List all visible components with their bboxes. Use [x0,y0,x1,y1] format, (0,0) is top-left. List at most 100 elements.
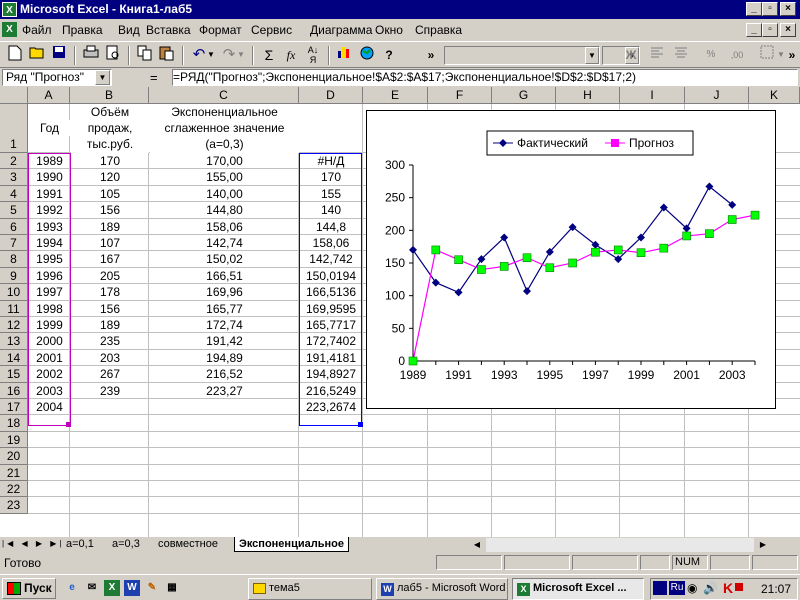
function-icon[interactable]: fx [280,45,302,66]
antivirus-icon[interactable]: K [723,580,733,596]
row-header-16[interactable]: 16 [0,382,28,399]
menu-edit[interactable]: Правка [62,23,103,37]
doc-close-button[interactable]: × [780,23,796,37]
cell-smoothed[interactable]: 191,42 [150,333,299,349]
tab-scroll-buttons[interactable]: |◀ ◀ ▶ ▶| [2,539,64,548]
cell-smoothed[interactable]: 170,00 [150,153,299,169]
sort-icon[interactable]: A↓ Я [302,45,324,66]
maximize-button[interactable]: ▫ [762,2,778,16]
outlook-icon[interactable]: ✉ [84,580,100,596]
hscroll-right-icon[interactable]: ▶ [756,538,770,552]
minimize-button[interactable]: _ [746,2,762,16]
word-quicklaunch-icon[interactable]: W [124,580,140,596]
row-header-8[interactable]: 8 [0,251,28,268]
row-header-23[interactable]: 23 [0,497,28,514]
row-header-11[interactable]: 11 [0,300,28,317]
menu-file[interactable]: Файл [22,23,52,37]
cell-smoothed[interactable]: 223,27 [150,383,299,399]
borders-icon[interactable] [756,45,778,66]
cell-sales[interactable]: 267 [71,366,149,382]
worksheet-grid[interactable]: ABCDEFGHIJK 1 2 3 4 5 6 7 8 9 10 11 12 13 14 15 16 17 18 1… [0,87,800,537]
row-header-4[interactable]: 4 [0,185,28,203]
row-header-22[interactable]: 22 [0,481,28,498]
excel-icon[interactable]: X [2,2,17,17]
cell-sales[interactable]: 205 [71,268,149,284]
task-folder[interactable]: тема5 [248,578,372,600]
row-header-10[interactable]: 10 [0,284,28,301]
redo-dropdown-icon[interactable]: ▼ [236,45,246,66]
cell-sales[interactable]: 170 [71,153,149,169]
font-name-combo[interactable]: ▼ [444,46,600,65]
column-header-j[interactable]: J [685,87,749,104]
align-center-icon[interactable] [670,45,692,66]
name-box-dropdown-icon[interactable]: ▼ [95,70,110,85]
undo-dropdown-icon[interactable]: ▼ [206,45,216,66]
close-button[interactable]: × [780,2,796,16]
header-exp-smoothing[interactable]: Экспоненциальное сглаженное значение (a=0,… [150,104,299,153]
column-header-k[interactable]: K [749,87,800,104]
cell-sales[interactable]: 189 [71,317,149,333]
formula-input[interactable]: =РЯД("Прогноз";Экспоненциальное!$A$2:$A$… [172,69,798,86]
column-header-i[interactable]: I [620,87,685,104]
header-sales-volume[interactable]: Объём продаж, тыс.руб. [71,104,149,153]
hscroll-left-icon[interactable]: ◀ [470,538,484,552]
cell-sales[interactable]: 120 [71,169,149,185]
range-handle-years[interactable] [66,422,71,427]
column-header-e[interactable]: E [363,87,428,104]
open-folder-icon[interactable] [26,45,48,66]
cell-smoothed[interactable]: 165,77 [150,301,299,317]
row-header-6[interactable]: 6 [0,218,28,235]
sheet-tab-a01[interactable]: a=0,1 [62,537,98,552]
row-header-3[interactable]: 3 [0,169,28,186]
row-header-13[interactable]: 13 [0,333,28,350]
increase-decimal-icon[interactable]: ,00 [726,45,748,66]
row-header-7[interactable]: 7 [0,235,28,252]
tool-icon[interactable]: ✎ [144,580,160,596]
cell-sales[interactable]: 189 [71,219,149,235]
excel-quicklaunch-icon[interactable]: X [104,580,120,596]
print-preview-icon[interactable] [102,45,124,66]
sheet-tab-a03[interactable]: a=0,3 [108,537,144,552]
cell-smoothed[interactable]: 172,74 [150,317,299,333]
row-header-21[interactable]: 21 [0,464,28,481]
row-header-12[interactable]: 12 [0,317,28,334]
equals-sign[interactable]: = [150,70,158,85]
cell-sales[interactable]: 203 [71,350,149,366]
column-header-b[interactable]: B [70,87,149,104]
row-header-9[interactable]: 9 [0,267,28,285]
cell-sales[interactable]: 167 [71,251,149,267]
column-header-d[interactable]: D [299,87,363,104]
cell-sales[interactable]: 105 [71,186,149,202]
help-icon[interactable]: ? [378,45,400,66]
column-header-g[interactable]: G [492,87,556,104]
task-word[interactable]: W лаб5 - Microsoft Word [376,578,508,600]
cell-sales[interactable]: 156 [71,301,149,317]
workbook-icon[interactable]: X [2,22,17,37]
cell-smoothed[interactable]: 166,51 [150,268,299,284]
cell-sales[interactable]: 156 [71,202,149,218]
calculator-icon[interactable]: ▦ [164,580,180,596]
cell-smoothed[interactable]: 169,96 [150,284,299,300]
borders-dropdown-icon[interactable]: ▼ [776,45,786,66]
ie-icon[interactable]: e [64,580,80,596]
autosum-icon[interactable]: Σ [258,45,280,66]
row-header-5[interactable]: 5 [0,202,28,219]
cell-smoothed[interactable]: 140,00 [150,186,299,202]
volume-icon[interactable]: ◉ [687,581,697,595]
line-chart[interactable]: 0 50 100 150 200 250 300 1989 1991 1993 1995 1997 19… [366,110,776,409]
bold-button[interactable]: Ж [620,45,642,66]
network-icon[interactable] [653,581,667,595]
cell-smoothed[interactable]: 150,02 [150,251,299,267]
cell-smoothed[interactable]: 142,74 [150,235,299,251]
row-header-14[interactable]: 14 [0,349,28,367]
new-document-icon[interactable] [4,45,26,66]
chart-wizard-icon[interactable] [334,45,356,66]
task-excel[interactable]: X Microsoft Excel ... [512,578,644,600]
clock[interactable]: 21:07 [761,582,791,596]
cell-smoothed[interactable]: 216,52 [150,366,299,382]
row-header-1[interactable]: 1 [0,104,28,153]
language-indicator[interactable]: Ru [669,581,685,595]
menu-insert[interactable]: Вставка [146,23,191,37]
row-header-2[interactable]: 2 [0,153,28,170]
speaker-icon[interactable]: 🔊 [703,581,718,595]
